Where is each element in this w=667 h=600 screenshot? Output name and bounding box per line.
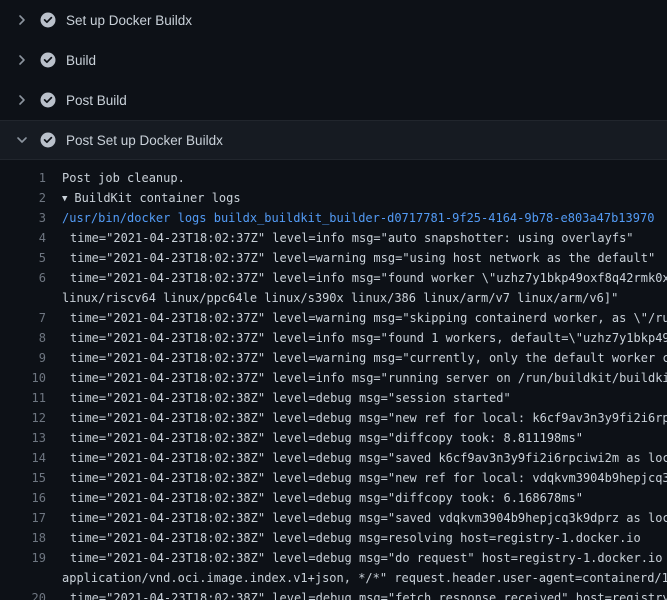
chevron-right-icon: [14, 92, 30, 108]
log-line: 18 time="2021-04-23T18:02:38Z" level=deb…: [0, 528, 667, 548]
group-expanded-icon: ▼: [62, 189, 67, 208]
log-text: time="2021-04-23T18:02:37Z" level=warnin…: [62, 308, 667, 328]
step-label: Set up Docker Buildx: [66, 13, 192, 28]
log-text: ▼ BuildKit container logs: [62, 188, 241, 208]
line-number[interactable]: 7: [0, 308, 46, 328]
log-line: 8 time="2021-04-23T18:02:37Z" level=info…: [0, 328, 667, 348]
step-row[interactable]: Post Build: [0, 80, 667, 120]
step-label: Post Build: [66, 93, 127, 108]
log-group-toggle[interactable]: 2 ▼ BuildKit container logs: [0, 188, 667, 208]
log-line: 5 time="2021-04-23T18:02:37Z" level=warn…: [0, 248, 667, 268]
log-line-command: 3 /usr/bin/docker logs buildx_buildkit_b…: [0, 208, 667, 228]
log-text: time="2021-04-23T18:02:37Z" level=warnin…: [62, 348, 667, 368]
group-label: BuildKit container logs: [74, 191, 240, 205]
log-line: 13 time="2021-04-23T18:02:38Z" level=deb…: [0, 428, 667, 448]
check-circle-icon: [40, 12, 56, 28]
log-line: 12 time="2021-04-23T18:02:38Z" level=deb…: [0, 408, 667, 428]
log-line: 16 time="2021-04-23T18:02:38Z" level=deb…: [0, 488, 667, 508]
log-text: time="2021-04-23T18:02:38Z" level=debug …: [62, 468, 667, 488]
line-number[interactable]: 2: [0, 188, 46, 208]
step-label: Post Set up Docker Buildx: [66, 133, 223, 148]
step-label: Build: [66, 53, 96, 68]
log-line: 6 time="2021-04-23T18:02:37Z" level=info…: [0, 268, 667, 288]
line-number[interactable]: 12: [0, 408, 46, 428]
log-text: time="2021-04-23T18:02:38Z" level=debug …: [62, 428, 583, 448]
log-text: time="2021-04-23T18:02:38Z" level=debug …: [62, 408, 667, 428]
log-text: time="2021-04-23T18:02:37Z" level=info m…: [62, 368, 667, 388]
log-line: 4 time="2021-04-23T18:02:37Z" level=info…: [0, 228, 667, 248]
line-number[interactable]: 5: [0, 248, 46, 268]
log-text: time="2021-04-23T18:02:38Z" level=debug …: [62, 448, 667, 468]
step-row[interactable]: Build: [0, 40, 667, 80]
log-text: time="2021-04-23T18:02:37Z" level=info m…: [62, 328, 667, 348]
log-line: 17 time="2021-04-23T18:02:38Z" level=deb…: [0, 508, 667, 528]
log-text: time="2021-04-23T18:02:38Z" level=debug …: [62, 528, 641, 548]
log-text: Post job cleanup.: [62, 168, 185, 188]
line-number[interactable]: [0, 288, 46, 308]
line-number[interactable]: 15: [0, 468, 46, 488]
log-line: 15 time="2021-04-23T18:02:38Z" level=deb…: [0, 468, 667, 488]
line-number[interactable]: 3: [0, 208, 46, 228]
log-line: 19 time="2021-04-23T18:02:38Z" level=deb…: [0, 548, 667, 568]
log-text: time="2021-04-23T18:02:37Z" level=warnin…: [62, 248, 655, 268]
line-number[interactable]: 17: [0, 508, 46, 528]
line-number[interactable]: 11: [0, 388, 46, 408]
check-circle-icon: [40, 52, 56, 68]
log-line: 9 time="2021-04-23T18:02:37Z" level=warn…: [0, 348, 667, 368]
log-text: time="2021-04-23T18:02:38Z" level=debug …: [62, 388, 511, 408]
line-number[interactable]: 20: [0, 588, 46, 600]
log-line: 7 time="2021-04-23T18:02:37Z" level=warn…: [0, 308, 667, 328]
line-number[interactable]: 4: [0, 228, 46, 248]
chevron-right-icon: [14, 12, 30, 28]
log-line: 11 time="2021-04-23T18:02:38Z" level=deb…: [0, 388, 667, 408]
chevron-down-icon: [14, 132, 30, 148]
line-number[interactable]: 9: [0, 348, 46, 368]
line-number[interactable]: 18: [0, 528, 46, 548]
line-number[interactable]: 14: [0, 448, 46, 468]
line-number[interactable]: [0, 568, 46, 588]
check-circle-icon: [40, 92, 56, 108]
line-number[interactable]: 6: [0, 268, 46, 288]
log-text: time="2021-04-23T18:02:37Z" level=info m…: [62, 228, 634, 248]
log-text: /usr/bin/docker logs buildx_buildkit_bui…: [62, 208, 654, 228]
chevron-right-icon: [14, 52, 30, 68]
log-output: 1 Post job cleanup. 2 ▼ BuildKit containe…: [0, 160, 667, 600]
log-text: time="2021-04-23T18:02:38Z" level=debug …: [62, 488, 583, 508]
step-row[interactable]: Post Set up Docker Buildx: [0, 120, 667, 160]
line-number[interactable]: 19: [0, 548, 46, 568]
log-text: time="2021-04-23T18:02:38Z" level=debug …: [62, 588, 667, 600]
step-list: Set up Docker Buildx Build P: [0, 0, 667, 160]
log-text: time="2021-04-23T18:02:38Z" level=debug …: [62, 508, 667, 528]
step-row[interactable]: Set up Docker Buildx: [0, 0, 667, 40]
log-text: linux/riscv64 linux/ppc64le linux/s390x …: [62, 288, 618, 308]
log-line: 20 time="2021-04-23T18:02:38Z" level=deb…: [0, 588, 667, 600]
log-text: time="2021-04-23T18:02:37Z" level=info m…: [62, 268, 667, 288]
log-text: application/vnd.oci.image.index.v1+json,…: [62, 568, 667, 588]
line-number[interactable]: 8: [0, 328, 46, 348]
check-circle-icon: [40, 132, 56, 148]
log-line: application/vnd.oci.image.index.v1+json,…: [0, 568, 667, 588]
log-line: 14 time="2021-04-23T18:02:38Z" level=deb…: [0, 448, 667, 468]
line-number[interactable]: 1: [0, 168, 46, 188]
line-number[interactable]: 10: [0, 368, 46, 388]
log-line: 10 time="2021-04-23T18:02:37Z" level=inf…: [0, 368, 667, 388]
log-text: time="2021-04-23T18:02:38Z" level=debug …: [62, 548, 667, 568]
log-line: 1 Post job cleanup.: [0, 168, 667, 188]
line-number[interactable]: 13: [0, 428, 46, 448]
line-number[interactable]: 16: [0, 488, 46, 508]
actions-log-viewer: Set up Docker Buildx Build P: [0, 0, 667, 600]
log-line: linux/riscv64 linux/ppc64le linux/s390x …: [0, 288, 667, 308]
